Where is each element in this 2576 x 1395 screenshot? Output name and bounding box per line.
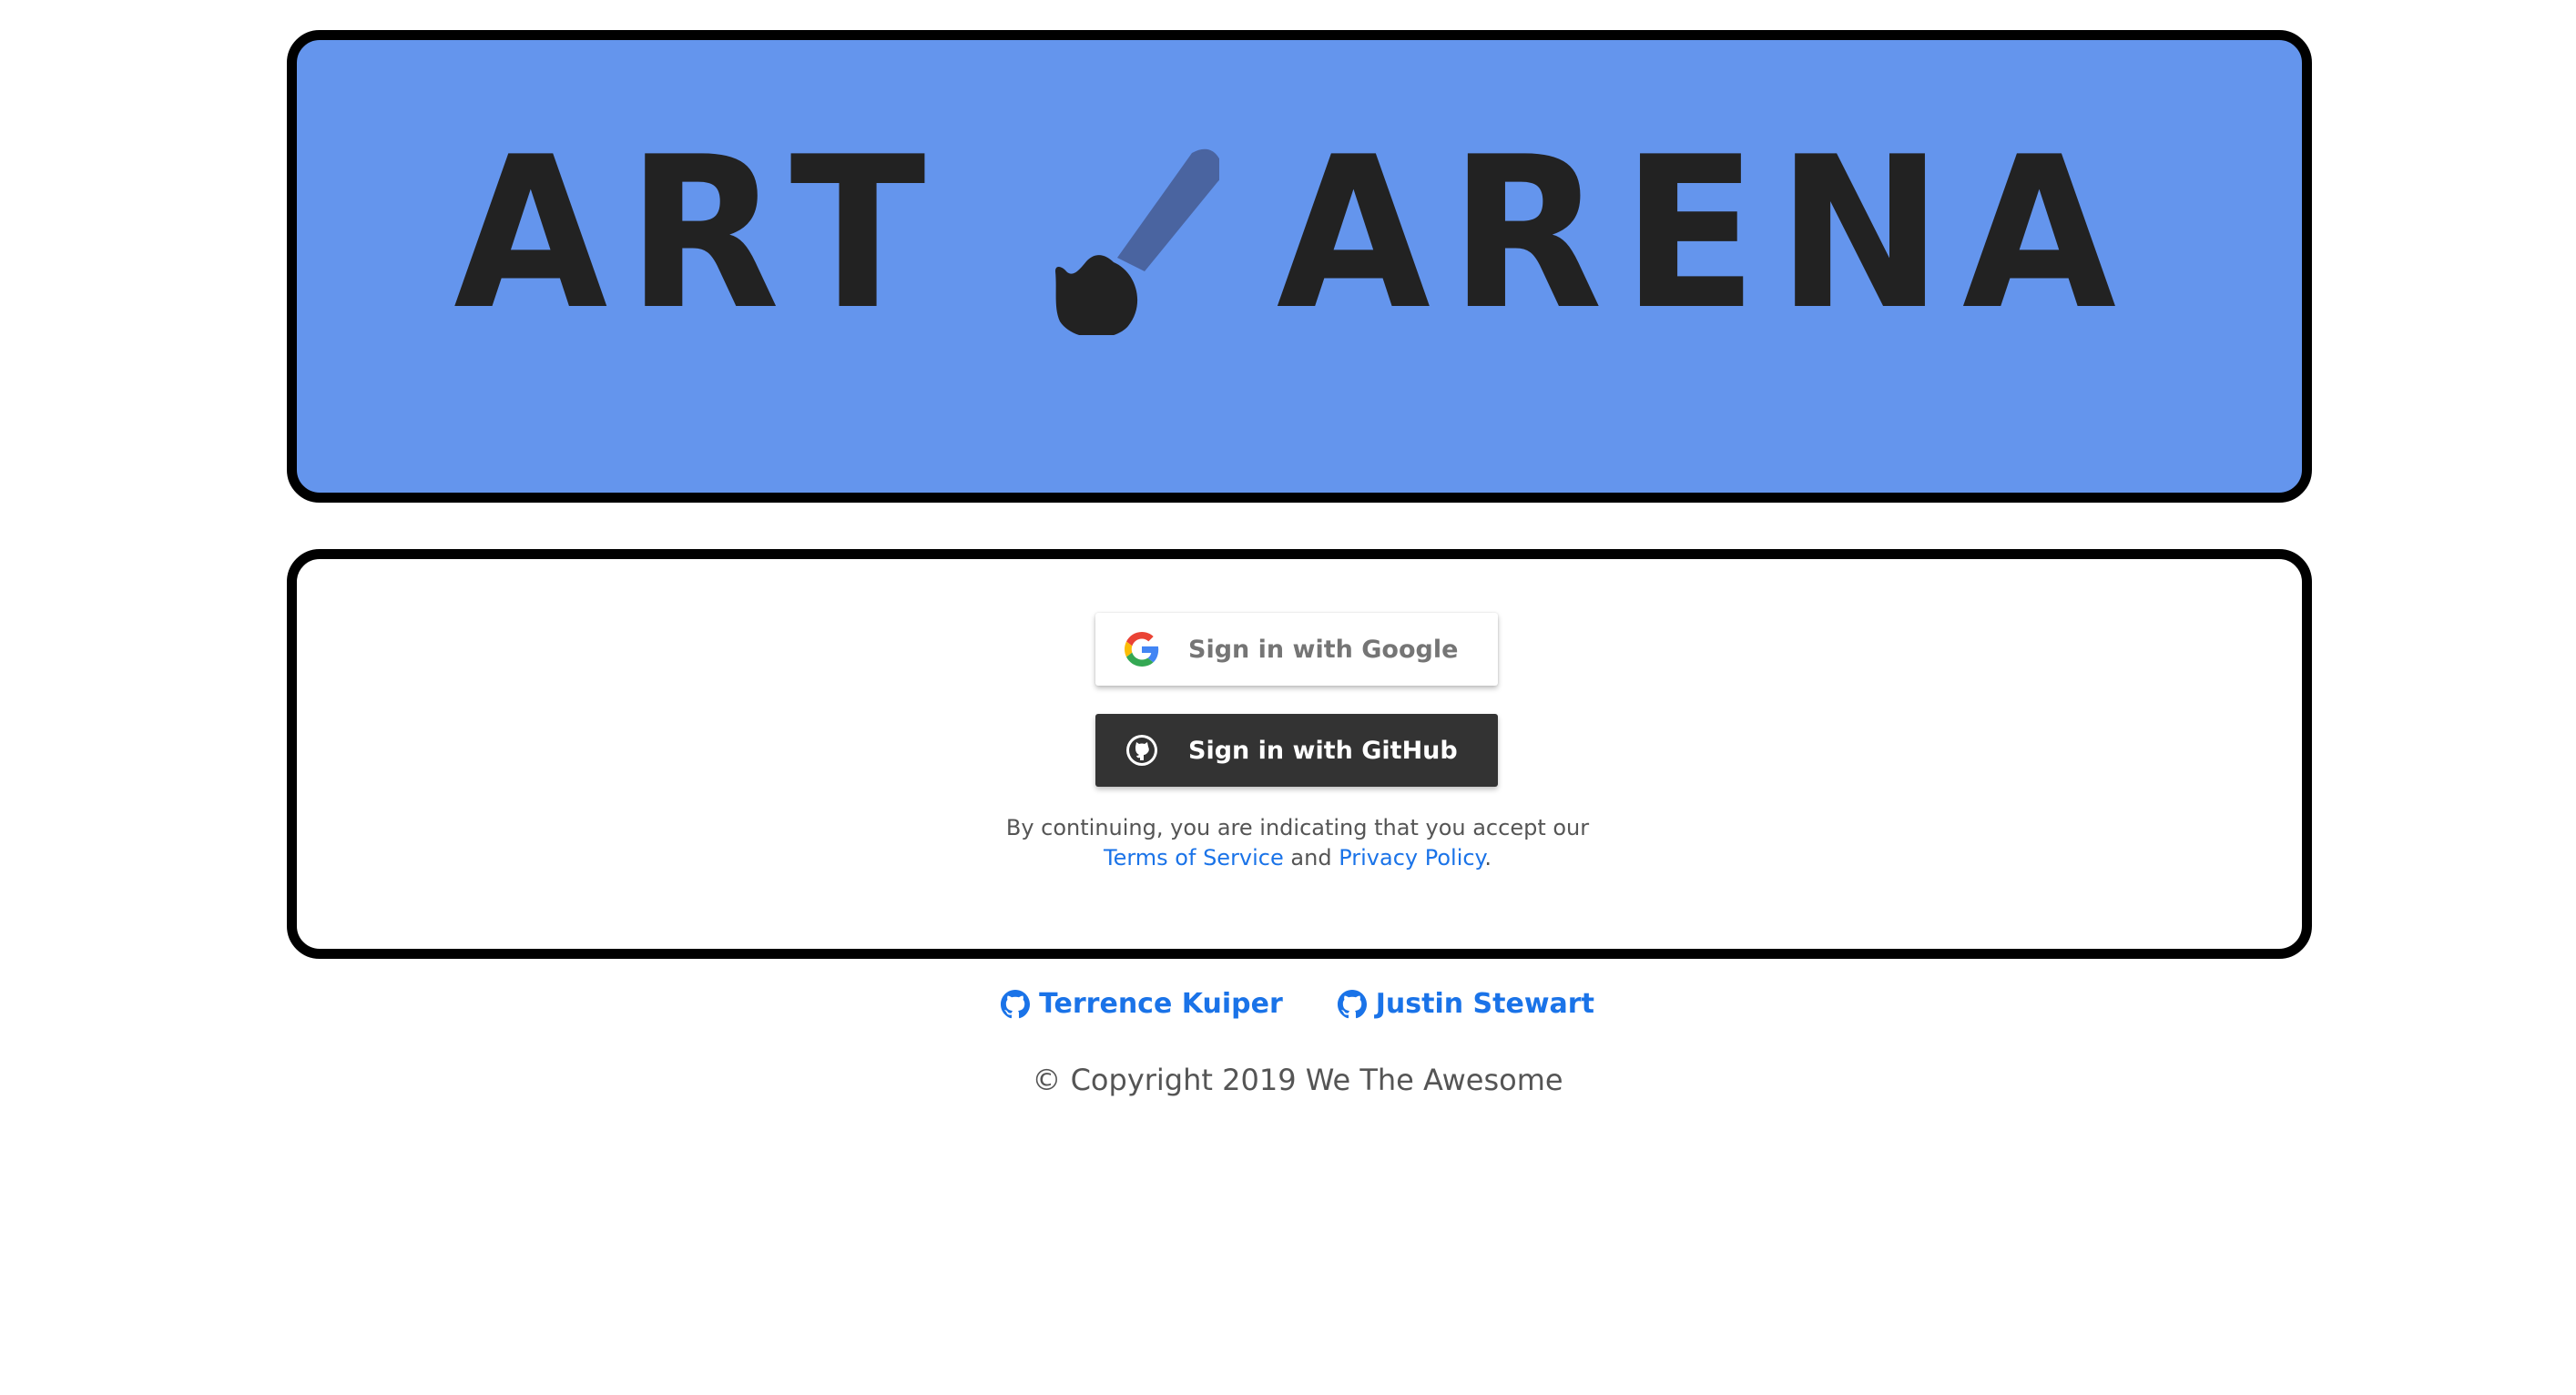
author-link-justin-stewart[interactable]: Justin Stewart [1337, 988, 1594, 1020]
paintbrush-icon [1001, 135, 1224, 338]
page: ART ARENA Sign in with Google Sign in wi… [0, 0, 2576, 1395]
header-banner: ART ARENA [287, 30, 2312, 503]
terms-prefix: By continuing, you are indicating that y… [1005, 815, 1590, 840]
copyright-text: © Copyright 2019 We The Awesome [1032, 1063, 1563, 1097]
author-name: Terrence Kuiper [1039, 988, 1283, 1020]
terms-suffix: . [1484, 845, 1492, 871]
github-signin-label: Sign in with GitHub [1188, 736, 1458, 765]
github-signin-button[interactable]: Sign in with GitHub [1095, 714, 1498, 787]
app-logo: ART ARENA [297, 8, 2302, 461]
author-links: Terrence Kuiper Justin Stewart [956, 988, 1639, 1020]
terms-and: and [1290, 845, 1332, 871]
google-signin-button[interactable]: Sign in with Google [1095, 613, 1498, 686]
github-icon [1337, 989, 1367, 1019]
author-name: Justin Stewart [1375, 988, 1594, 1020]
privacy-policy-link[interactable]: Privacy Policy [1339, 845, 1484, 871]
logo-word-art: ART [453, 113, 945, 356]
terms-notice: By continuing, you are indicating that y… [911, 813, 1685, 873]
github-icon [1001, 989, 1031, 1019]
google-signin-label: Sign in with Google [1188, 635, 1459, 664]
google-icon [1125, 632, 1159, 667]
github-icon [1125, 733, 1159, 768]
logo-word-arena: ARENA [1277, 113, 2136, 356]
author-link-terrence-kuiper[interactable]: Terrence Kuiper [1001, 988, 1283, 1020]
terms-of-service-link[interactable]: Terms of Service [1104, 845, 1284, 871]
